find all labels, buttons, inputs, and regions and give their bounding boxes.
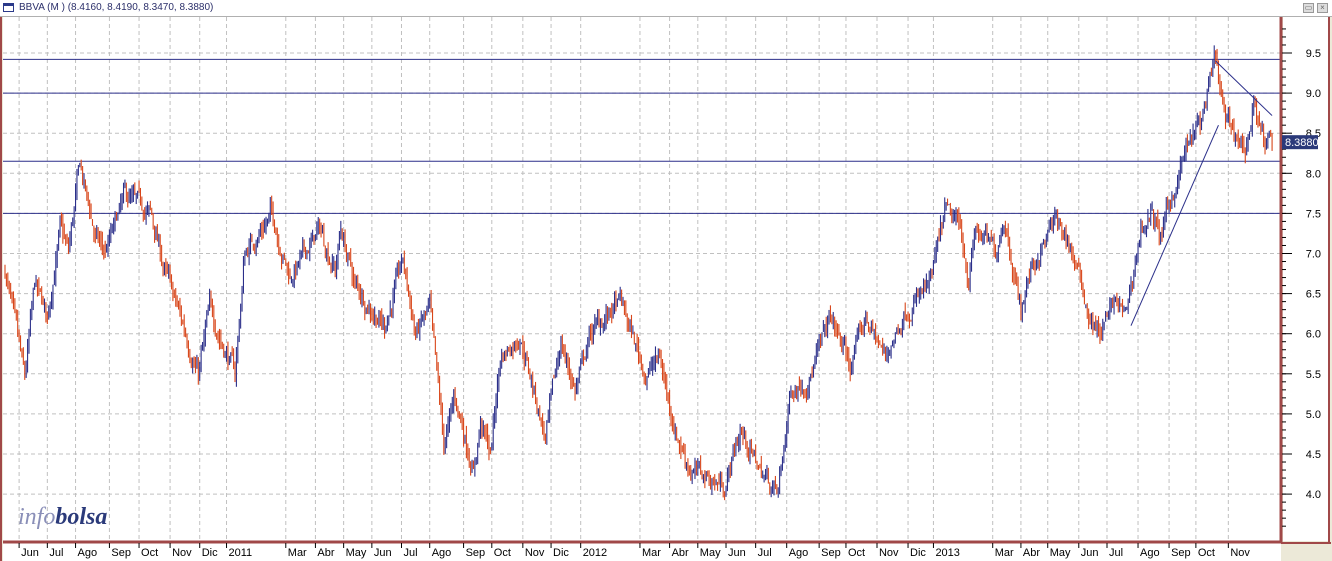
x-tick-label: Dic [910,547,926,559]
x-tick-label: Ago [789,547,809,559]
x-tick-label: Sep [466,547,486,559]
x-tick-label: Oct [494,547,511,559]
y-tick-label: 7.0 [1306,249,1321,261]
x-tick-label: Oct [141,547,158,559]
x-tick-label: Ago [432,547,452,559]
x-tick-label: Jun [728,547,746,559]
y-tick-label: 6.0 [1306,329,1321,341]
y-tick-label: 4.0 [1306,489,1321,501]
x-tick-label: Abr [317,547,334,559]
x-tick-label: Sep [111,547,131,559]
price-chart[interactable]: 4.04.55.05.56.06.57.07.58.08.59.09.5 Jun… [0,0,1332,561]
x-tick-label: May [1050,547,1071,559]
x-tick-label: Nov [172,547,192,559]
x-tick-label: Ago [78,547,98,559]
x-tick-label: Mar [642,547,661,559]
x-tick-label: Jun [21,547,39,559]
plot-area [3,17,1281,541]
y-tick-label: 4.5 [1306,449,1321,461]
x-tick-label: Abr [672,547,689,559]
x-tick-label: Jul [403,547,417,559]
x-tick-label: Nov [525,547,545,559]
x-tick-label: Nov [1230,547,1250,559]
x-tick-label: Jul [1109,547,1123,559]
x-tick-label: Sep [821,547,841,559]
y-tick-label: 5.0 [1306,409,1321,421]
x-tick-label: Abr [1023,547,1040,559]
y-tick-label: 9.5 [1306,48,1321,60]
x-tick-label: 2011 [229,547,253,559]
x-tick-label: Jun [1081,547,1099,559]
y-tick-label: 5.5 [1306,369,1321,381]
x-tick-label: Ago [1140,547,1160,559]
x-tick-label: Oct [848,547,865,559]
infobolsa-logo: infobolsa [18,504,107,530]
y-tick-label: 9.0 [1306,88,1321,100]
x-tick-label: Oct [1198,547,1215,559]
x-tick-label: May [700,547,721,559]
last-price-label: 8.3880 [1285,137,1319,149]
x-tick-label: 2013 [935,547,959,559]
x-tick-label: Nov [879,547,899,559]
x-tick-label: Dic [202,547,218,559]
x-tick-label: Mar [995,547,1014,559]
x-tick-label: Sep [1171,547,1191,559]
x-tick-label: Mar [288,547,307,559]
x-tick-label: May [346,547,367,559]
x-tick-label: 2012 [583,547,607,559]
last-price-marker: 8.3880 [1282,135,1319,150]
y-tick-label: 7.5 [1306,208,1321,220]
x-tick-label: Jun [374,547,392,559]
y-tick-label: 6.5 [1306,289,1321,301]
y-tick-label: 8.0 [1306,168,1321,180]
x-tick-label: Jul [758,547,772,559]
x-tick-label: Dic [553,547,569,559]
x-tick-label: Jul [49,547,63,559]
